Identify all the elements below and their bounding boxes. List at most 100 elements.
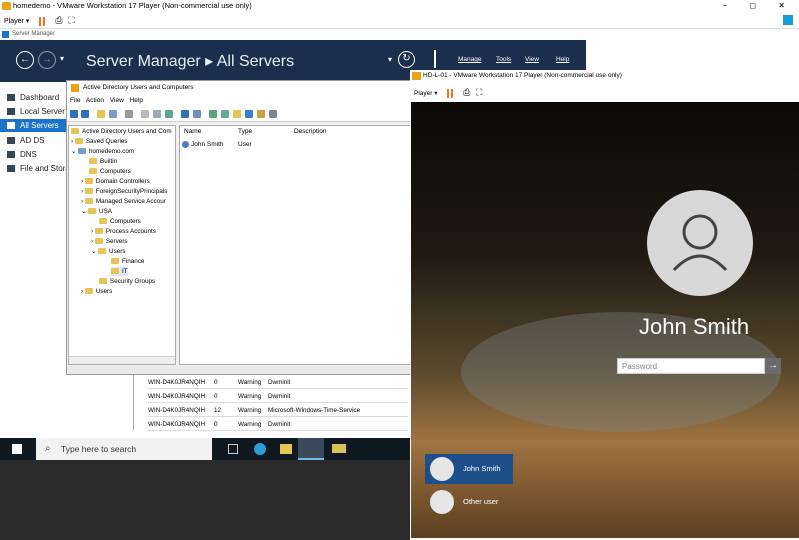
server-manager-sidebar: Dashboard Local Server All Servers AD DS… — [0, 82, 66, 438]
vmware-logo-icon — [2, 2, 11, 10]
tree-item-usa[interactable]: ⌄ USA — [81, 207, 112, 216]
send-keys-icon[interactable]: ⎙ — [463, 87, 470, 97]
back-arrow-icon[interactable] — [70, 110, 78, 118]
ou-icon — [84, 178, 93, 185]
notifications-flag-icon[interactable] — [434, 50, 436, 68]
search-icon: ⌕ — [45, 443, 51, 454]
file-explorer-icon[interactable] — [280, 444, 292, 454]
refresh-icon[interactable]: ↻ — [398, 51, 415, 68]
ou-icon — [94, 238, 103, 245]
tree-item-root[interactable]: Active Directory Users and Com — [71, 127, 172, 136]
tree-item-usa-computers[interactable]: Computers — [99, 217, 141, 226]
back-icon[interactable]: ← — [16, 51, 34, 69]
column-description[interactable]: Description — [294, 128, 327, 135]
tree-item-usa-users[interactable]: ⌄ Users — [91, 247, 125, 256]
tree-item-it[interactable]: IT — [111, 267, 128, 276]
taskbar: ⌕ Type here to search — [0, 438, 411, 460]
window-controls[interactable]: − ◻ ✕ — [723, 0, 795, 12]
aduc-icon — [71, 84, 79, 92]
sidebar-item-dashboard[interactable]: Dashboard — [0, 91, 66, 104]
properties-icon[interactable] — [141, 110, 149, 118]
tree-item-foreign-principals[interactable]: › ForeignSecurityPrincipals — [81, 187, 167, 196]
table-row[interactable]: WIN-D4K0JR4NQIH 0 Warning Dwminit — [148, 390, 408, 403]
start-icon[interactable] — [12, 444, 22, 454]
refresh-dropdown-icon[interactable]: ▾ — [388, 55, 392, 64]
vm2-player-menu[interactable]: Player ▾ — [414, 90, 438, 97]
new-group-icon[interactable] — [221, 110, 229, 118]
tree-item-domain-controllers[interactable]: › Domain Controllers — [81, 177, 150, 186]
server-manager-taskbar-icon[interactable] — [298, 438, 324, 460]
user-avatar-icon — [430, 457, 454, 481]
taskbar-search[interactable]: ⌕ Type here to search — [36, 438, 212, 460]
edge-icon[interactable] — [254, 443, 266, 455]
fullscreen-icon[interactable]: ⛶ — [476, 87, 482, 97]
delegate-icon[interactable] — [269, 110, 277, 118]
filter-icon[interactable] — [245, 110, 253, 118]
forward-icon[interactable]: → — [38, 51, 56, 69]
menu-view[interactable]: View — [525, 56, 539, 63]
tree-item-builtin[interactable]: Builtin — [89, 157, 117, 166]
tree-item-users[interactable]: › Users — [81, 287, 112, 296]
menu-tools[interactable]: Tools — [496, 56, 511, 63]
new-ou-icon[interactable] — [233, 110, 241, 118]
task-view-icon[interactable] — [228, 444, 238, 454]
tree-item-security-groups[interactable]: Security Groups — [99, 277, 155, 286]
menu-help[interactable]: Help — [556, 56, 569, 63]
user-switch-other[interactable]: Other user — [425, 487, 513, 517]
tree-item-managed-service[interactable]: › Managed Service Accour — [81, 197, 166, 206]
find-icon[interactable] — [257, 110, 265, 118]
table-row[interactable]: WIN-D4K0JR4NQIH 0 Warning Dwminit — [148, 376, 408, 389]
table-row[interactable]: WIN-D4K0JR4NQIH 12 Warning Microsoft-Window… — [148, 404, 408, 417]
sidebar-item-file-storage[interactable]: File and Storage Services — [0, 162, 66, 175]
show-tree-icon[interactable] — [109, 110, 117, 118]
tree-item-finance[interactable]: Finance — [111, 257, 144, 266]
aduc-taskbar-icon[interactable] — [332, 444, 346, 453]
pause-icon[interactable] — [447, 88, 450, 98]
menu-manage[interactable]: Manage — [458, 56, 482, 63]
tree-item-saved-queries[interactable]: › Saved Queries — [71, 137, 128, 146]
user-avatar-icon — [430, 490, 454, 514]
table-row[interactable]: WIN-D4K0JR4NQIH 0 Warning Dwminit — [148, 418, 408, 431]
ou-icon — [94, 228, 103, 235]
submit-arrow-icon[interactable]: → — [765, 358, 781, 374]
copy-icon[interactable] — [125, 110, 133, 118]
host-background — [0, 460, 411, 540]
send-keys-icon[interactable]: ⎙ — [55, 15, 62, 25]
refresh-list-icon[interactable] — [153, 110, 161, 118]
vm-library-icon[interactable] — [783, 15, 793, 25]
export-icon[interactable] — [165, 110, 173, 118]
server-manager-icon — [2, 31, 9, 38]
ad-ds-icon — [7, 137, 15, 144]
sidebar-item-all-servers[interactable]: All Servers — [0, 119, 66, 132]
history-dropdown-icon[interactable]: ▾ — [60, 54, 64, 63]
forward-arrow-icon[interactable] — [81, 110, 89, 118]
console-icon[interactable] — [193, 110, 201, 118]
tree-item-computers[interactable]: Computers — [89, 167, 131, 176]
tree-scrollbar[interactable] — [69, 356, 175, 364]
fullscreen-icon[interactable]: ⛶ — [68, 15, 74, 25]
all-servers-icon — [7, 122, 15, 129]
tree-item-servers[interactable]: › Servers — [91, 237, 128, 246]
user-switch-john[interactable]: John Smith — [425, 454, 513, 484]
folder-icon — [84, 188, 93, 195]
aduc-menu-bar[interactable]: File Action View Help — [67, 95, 415, 106]
sidebar-item-dns[interactable]: DNS — [0, 148, 66, 161]
up-folder-icon[interactable] — [97, 110, 105, 118]
sidebar-item-local-server[interactable]: Local Server — [0, 105, 66, 118]
tree-item-process-accounts[interactable]: › Process Accounts — [91, 227, 156, 236]
player-menu[interactable]: Player ▾ — [4, 18, 29, 25]
new-user-icon[interactable] — [209, 110, 217, 118]
login-username: John Smith — [639, 314, 750, 339]
pause-icon[interactable] — [39, 16, 42, 26]
column-name[interactable]: Name — [184, 128, 201, 135]
folder-icon — [84, 198, 93, 205]
tree-item-domain[interactable]: ⌄ homedemo.com — [71, 147, 134, 156]
lock-screen: John Smith Password → John Smith Other u… — [411, 102, 799, 538]
column-type[interactable]: Type — [238, 128, 252, 135]
page-title: Server Manager ▸ All Servers — [86, 53, 295, 70]
password-input[interactable]: Password — [617, 358, 765, 374]
sidebar-item-ad-ds[interactable]: AD DS — [0, 134, 66, 147]
table-row[interactable]: John Smith User — [182, 140, 412, 150]
person-icon — [672, 214, 728, 272]
help-icon[interactable] — [181, 110, 189, 118]
